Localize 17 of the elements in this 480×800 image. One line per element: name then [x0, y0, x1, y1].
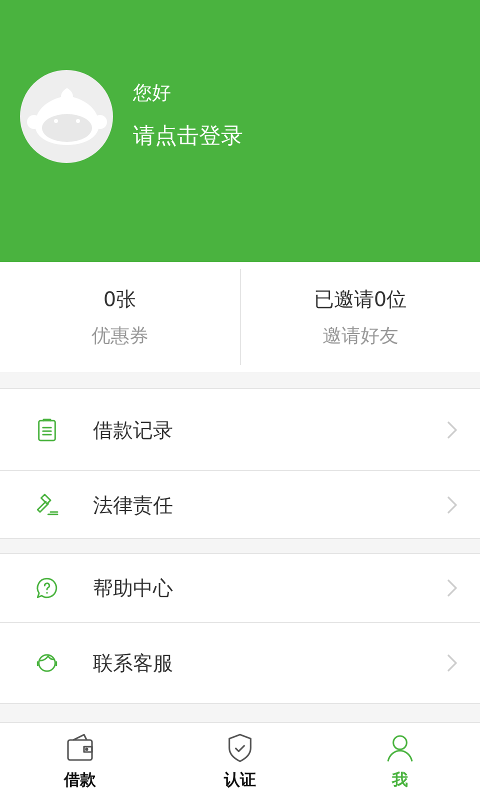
wallet-icon — [64, 732, 96, 764]
greeting-text: 您好 — [133, 81, 172, 106]
stat-value: 0张 — [103, 286, 136, 313]
monkey-icon — [26, 86, 108, 146]
chevron-right-icon — [446, 653, 458, 673]
stat-value: 已邀请0位 — [314, 286, 407, 313]
stat-label: 优惠券 — [91, 324, 148, 349]
stat-label: 邀请好友 — [322, 324, 398, 349]
tab[interactable]: 认证 — [160, 723, 320, 800]
chevron-right-icon — [446, 420, 458, 440]
menu-label: 联系客服 — [93, 650, 174, 677]
menu-label: 帮助中心 — [93, 575, 174, 602]
menu-label: 借款记录 — [93, 416, 174, 444]
chevron-right-icon — [446, 494, 458, 514]
chevron-right-icon — [446, 578, 458, 598]
menu-label: 法律责任 — [93, 492, 174, 518]
tab[interactable]: 借款 — [0, 723, 160, 800]
